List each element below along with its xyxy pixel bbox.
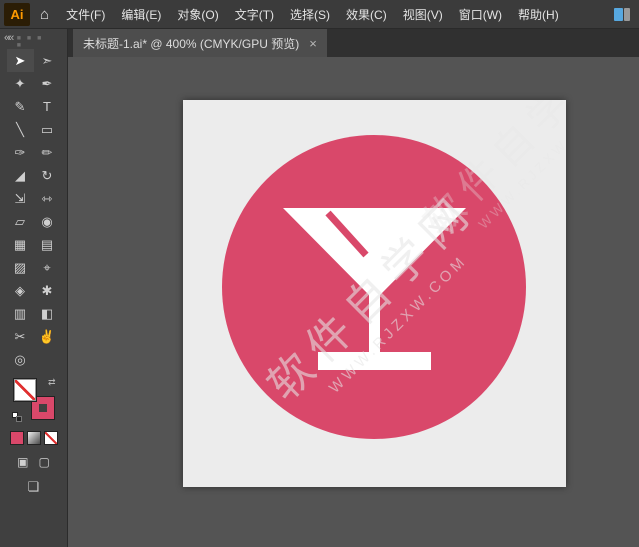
direct-selection-tool[interactable]: ➣: [34, 49, 61, 72]
width-tool[interactable]: ⇿: [34, 187, 61, 210]
drawing-mode-row: ▣ ▢: [17, 455, 50, 469]
main-area: «« ■ ■ ■ ■ ➤ ➣ ✦ ✒ ✎ T ╲ ▭ ✑ ✏ ◢ ↻ ⇲ ⇿ ▱…: [0, 29, 639, 547]
line-segment-tool[interactable]: ╲: [7, 118, 34, 141]
pen-tool[interactable]: ✒: [34, 72, 61, 95]
cocktail-icon-artwork[interactable]: [183, 100, 566, 487]
zoom-tool[interactable]: ◎: [7, 348, 34, 371]
none-button[interactable]: [44, 431, 58, 445]
hand-tool[interactable]: ✌: [34, 325, 61, 348]
eraser-tool[interactable]: ◢: [7, 164, 34, 187]
menu-edit[interactable]: 编辑(E): [114, 0, 168, 29]
pencil-tool[interactable]: ✏: [34, 141, 61, 164]
mesh-tool[interactable]: ▤: [34, 233, 61, 256]
document-tab[interactable]: 未标题-1.ai* @ 400% (CMYK/GPU 预览) ×: [73, 29, 327, 57]
home-icon[interactable]: ⌂: [36, 6, 57, 23]
menu-file[interactable]: 文件(F): [59, 0, 112, 29]
illustrator-logo-icon[interactable]: Ai: [4, 3, 30, 26]
document-tab-title: 未标题-1.ai* @ 400% (CMYK/GPU 预览): [83, 35, 299, 52]
workspace-switcher-icon[interactable]: [611, 5, 633, 24]
color-button[interactable]: [10, 431, 24, 445]
paintbrush-tool[interactable]: ✑: [7, 141, 34, 164]
change-screen-mode-icon[interactable]: ❏: [28, 479, 40, 495]
menu-help[interactable]: 帮助(H): [511, 0, 566, 29]
close-tab-icon[interactable]: ×: [309, 36, 317, 51]
menubar: Ai ⌂ 文件(F) 编辑(E) 对象(O) 文字(T) 选择(S) 效果(C)…: [0, 0, 639, 29]
document-column: 未标题-1.ai* @ 400% (CMYK/GPU 预览) × 软件自学网 W…: [68, 29, 639, 547]
type-tool[interactable]: T: [34, 95, 61, 118]
swap-fill-stroke-icon[interactable]: ⇄: [48, 377, 56, 388]
canvas[interactable]: 软件自学网 WWW.RJZXW.COM 软件自学网 WWW.RJZXW.COM: [68, 57, 639, 547]
tools-panel: «« ■ ■ ■ ■ ➤ ➣ ✦ ✒ ✎ T ╲ ▭ ✑ ✏ ◢ ↻ ⇲ ⇿ ▱…: [0, 29, 68, 547]
workspace-pane-icon: [624, 8, 630, 21]
scale-tool[interactable]: ⇲: [7, 187, 34, 210]
gradient-tool[interactable]: ▨: [7, 256, 34, 279]
default-fill-stroke-icon[interactable]: [12, 412, 21, 421]
selection-tool[interactable]: ➤: [7, 49, 34, 72]
menu-effect[interactable]: 效果(C): [339, 0, 394, 29]
document-tabbar: 未标题-1.ai* @ 400% (CMYK/GPU 预览) ×: [68, 29, 639, 57]
tools-panel-header: «« ■ ■ ■ ■: [0, 31, 67, 49]
shape-builder-tool[interactable]: ◉: [34, 210, 61, 233]
tools-grid: ➤ ➣ ✦ ✒ ✎ T ╲ ▭ ✑ ✏ ◢ ↻ ⇲ ⇿ ▱ ◉ ▦ ▤ ▨ ⌖ …: [7, 49, 61, 371]
fill-stroke-proxy: ⇄: [12, 379, 56, 423]
rectangle-tool[interactable]: ▭: [34, 118, 61, 141]
collapse-panel-icon[interactable]: ««: [4, 32, 12, 44]
menu-type[interactable]: 文字(T): [228, 0, 281, 29]
free-transform-tool[interactable]: ▱: [7, 210, 34, 233]
menu-view[interactable]: 视图(V): [396, 0, 450, 29]
rotate-tool[interactable]: ↻: [34, 164, 61, 187]
workspace-pane-icon: [614, 8, 623, 21]
panel-grip-icon[interactable]: ■ ■ ■ ■: [17, 35, 51, 49]
menu-window[interactable]: 窗口(W): [452, 0, 509, 29]
perspective-grid-tool[interactable]: ▦: [7, 233, 34, 256]
column-graph-tool[interactable]: ▥: [7, 302, 34, 325]
artboard-tool[interactable]: ◧: [34, 302, 61, 325]
menu-object[interactable]: 对象(O): [170, 0, 225, 29]
gradient-button[interactable]: [27, 431, 41, 445]
draw-inside-icon[interactable]: ▢: [39, 455, 50, 469]
curvature-tool[interactable]: ✎: [7, 95, 34, 118]
magic-wand-tool[interactable]: ✦: [7, 72, 34, 95]
draw-normal-icon[interactable]: ▣: [17, 455, 28, 469]
fill-swatch[interactable]: [14, 379, 36, 401]
artboard[interactable]: 软件自学网 WWW.RJZXW.COM 软件自学网 WWW.RJZXW.COM: [183, 100, 566, 487]
eyedropper-tool[interactable]: ⌖: [34, 256, 61, 279]
blend-tool[interactable]: ◈: [7, 279, 34, 302]
slice-tool[interactable]: ✂: [7, 325, 34, 348]
paint-style-row: [10, 431, 58, 445]
menu-select[interactable]: 选择(S): [283, 0, 337, 29]
symbol-sprayer-tool[interactable]: ✱: [34, 279, 61, 302]
default-stroke-icon: [16, 416, 22, 422]
